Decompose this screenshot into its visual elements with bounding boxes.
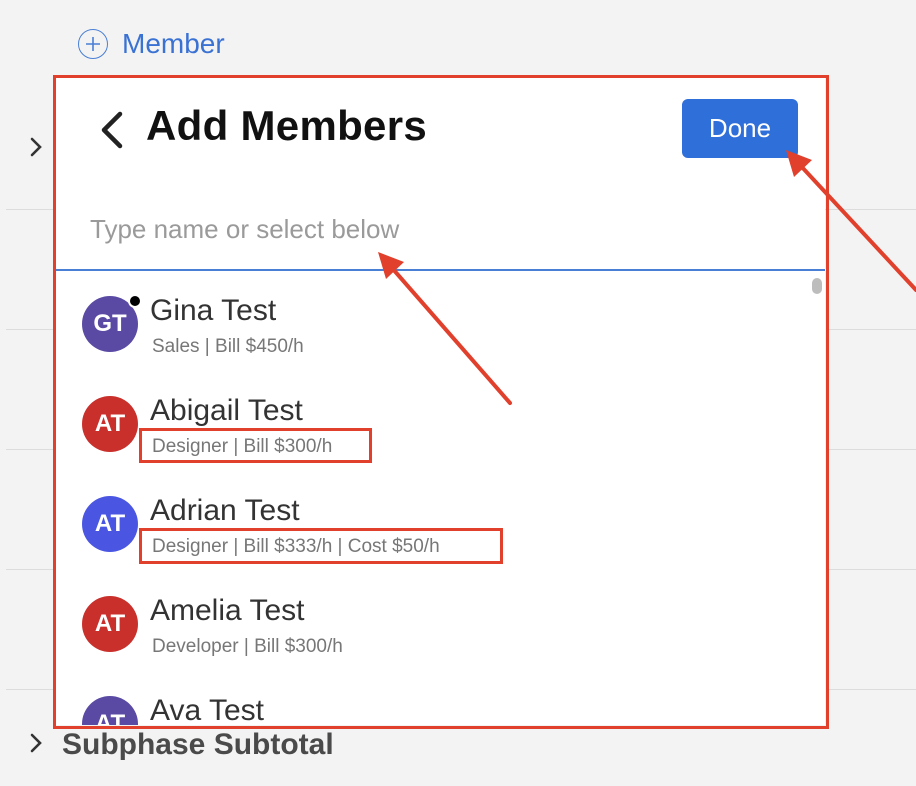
subphase-subtotal-row[interactable]: Subphase Subtotal <box>28 728 334 762</box>
avatar-initials: AT <box>94 610 126 637</box>
member-detail: Designer | Bill $333/h | Cost $50/h <box>152 536 440 557</box>
row-divider <box>6 449 56 450</box>
row-divider <box>826 569 916 570</box>
avatar: AT <box>82 396 138 452</box>
row-divider <box>826 329 916 330</box>
chevron-right-icon[interactable] <box>28 136 44 163</box>
member-list-item[interactable]: AT Amelia Test Developer | Bill $300/h <box>56 574 825 674</box>
row-divider <box>6 689 56 690</box>
search-field-wrap <box>56 198 825 271</box>
member-list-item[interactable]: GT Gina Test Sales | Bill $450/h <box>56 274 825 374</box>
subphase-subtotal-label: Subphase Subtotal <box>62 728 334 761</box>
avatar: AT <box>82 696 138 725</box>
member-detail: Designer | Bill $300/h <box>152 436 333 457</box>
member-detail: Developer | Bill $300/h <box>152 636 343 657</box>
add-members-dialog: Add Members Done GT Gina Test Sales | Bi… <box>56 78 825 725</box>
add-member-row[interactable]: Member <box>78 28 225 60</box>
member-name: Adrian Test <box>150 494 300 527</box>
member-list: GT Gina Test Sales | Bill $450/h AT Abig… <box>56 274 825 725</box>
done-button[interactable]: Done <box>682 99 798 158</box>
avatar-initials: AT <box>94 410 126 437</box>
row-divider <box>6 569 56 570</box>
member-detail: Sales | Bill $450/h <box>152 336 304 357</box>
avatar-initials: AT <box>94 710 126 725</box>
member-search-input[interactable] <box>88 208 772 250</box>
avatar-initials: GT <box>93 310 127 337</box>
add-member-label: Member <box>122 28 225 59</box>
avatar-initials: AT <box>94 510 126 537</box>
avatar: AT <box>82 496 138 552</box>
plus-circle-icon <box>78 29 108 59</box>
member-list-item[interactable]: AT Ava Test <box>56 674 825 725</box>
dialog-header: Add Members Done <box>56 78 825 188</box>
member-list-item[interactable]: AT Abigail Test Designer | Bill $300/h <box>56 374 825 474</box>
member-name: Amelia Test <box>150 594 305 627</box>
row-divider <box>826 209 916 210</box>
row-divider <box>826 689 916 690</box>
member-name: Gina Test <box>150 294 277 327</box>
row-divider <box>6 329 56 330</box>
avatar: AT <box>82 596 138 652</box>
dialog-title: Add Members <box>146 102 428 149</box>
back-button[interactable] <box>92 104 132 156</box>
avatar: GT <box>82 294 142 352</box>
member-name: Ava Test <box>150 694 264 725</box>
member-name: Abigail Test <box>150 394 303 427</box>
member-list-item[interactable]: AT Adrian Test Designer | Bill $333/h | … <box>56 474 825 574</box>
chevron-left-icon <box>101 111 123 149</box>
chevron-right-icon <box>28 732 44 759</box>
row-divider <box>826 449 916 450</box>
presence-dot-icon <box>128 294 142 308</box>
